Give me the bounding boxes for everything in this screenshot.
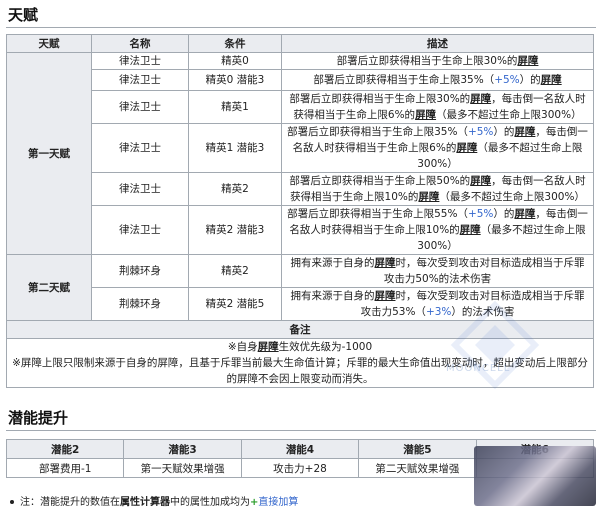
footnote-prefix: 注：潜能提升的数值在 — [20, 497, 120, 508]
potential-value-5: 第二天赋效果增强 — [358, 458, 477, 478]
talent-name: 律法卫士 — [91, 90, 189, 124]
talent-condition: 精英2 — [188, 254, 282, 288]
header-talent: 天赋 — [6, 34, 92, 53]
talent-condition: 精英0 潜能3 — [188, 69, 282, 91]
barrier-keyword[interactable]: 屏障 — [541, 74, 562, 86]
mooncell-watermark-icon — [450, 300, 540, 390]
description-text: 部署后立即获得相当于生命上限30%的 — [289, 93, 471, 105]
talent-name: 荆棘环身 — [91, 287, 189, 321]
talent-condition: 精英1 潜能3 — [188, 123, 282, 173]
talent-description: 部署后立即获得相当于生命上限35%（+5%）的屏障，每击倒一名敌人时获得相当于生… — [281, 123, 594, 173]
footnote: 注：潜能提升的数值在属性计算器中的属性加成均为+直接加算 — [10, 493, 298, 508]
talent-row: 律法卫士 精英2 潜能3 部署后立即获得相当于生命上限55%（+5%）的屏障，每击倒… — [7, 205, 594, 255]
attribute-calculator-label: 属性计算器 — [120, 497, 170, 508]
description-text: 部署后立即获得相当于生命上限35%（ — [313, 74, 495, 86]
barrier-keyword[interactable]: 屏障 — [514, 208, 535, 220]
potential-section-title: 潜能提升 — [8, 409, 69, 427]
talent-condition: 精英0 — [188, 52, 282, 70]
talent-name: 律法卫士 — [91, 172, 189, 206]
potential-bonus-value: +5% — [467, 208, 494, 220]
description-text: 拥有来源于自身的 — [290, 290, 375, 302]
note-text: ※自身 — [227, 341, 258, 353]
talent-description: 拥有来源于自身的屏障时，每次受到攻击对目标造成相当于斥罪攻击力50%的法术伤害 — [281, 254, 594, 288]
description-text: ）的 — [519, 74, 541, 86]
potential-value-4: 攻击力+28 — [240, 458, 360, 478]
potential-bonus-value: +5% — [494, 74, 520, 86]
footnote-middle: 中的属性加成均为 — [170, 497, 250, 508]
barrier-keyword[interactable]: 屏障 — [470, 175, 491, 187]
barrier-keyword[interactable]: 屏障 — [375, 257, 396, 269]
talent-header-row: 天赋 名称 条件 描述 — [6, 34, 594, 53]
talent-condition: 精英2 潜能5 — [188, 287, 282, 321]
talent-row: 第二天赋 荆棘环身 精英2 拥有来源于自身的屏障时，每次受到攻击对目标造成相当于斥罪攻… — [6, 254, 594, 321]
talent-description: 部署后立即获得相当于生命上限55%（+5%）的屏障，每击倒一名敌人时获得相当于生… — [281, 205, 594, 255]
talent-row: 律法卫士 精英1 潜能3 部署后立即获得相当于生命上限35%（+5%）的屏障，每击倒… — [7, 123, 594, 173]
description-text: 部署后立即获得相当于生命上限35%（ — [287, 126, 468, 138]
talent-description: 部署后立即获得相当于生命上限30%的屏障 — [281, 52, 594, 70]
talent-condition: 精英2 — [188, 172, 282, 206]
talent-group-label: 第一天赋 — [6, 52, 92, 255]
talent-name: 律法卫士 — [91, 205, 189, 255]
talent-group-label: 第二天赋 — [6, 254, 92, 321]
barrier-keyword[interactable]: 屏障 — [418, 191, 439, 203]
description-text: 时，每次受到攻击对目标造成相当于斥罪攻击力50%的法术伤害 — [383, 257, 585, 285]
header-condition: 条件 — [188, 34, 282, 53]
description-text: 部署后立即获得相当于生命上限50%的 — [289, 175, 471, 187]
description-text: ）的 — [493, 126, 515, 138]
talent-body: 第一天赋 律法卫士 精英0 部署后立即获得相当于生命上限30%的屏障 律法卫士 精英0 潜… — [6, 52, 594, 321]
talent-condition: 精英2 潜能3 — [188, 205, 282, 255]
talent-row: 律法卫士 精英2 部署后立即获得相当于生命上限50%的屏障，每击倒一名敌人时获得相当… — [7, 172, 594, 206]
potential-value-2: 部署费用-1 — [5, 458, 125, 478]
barrier-keyword[interactable]: 屏障 — [470, 93, 491, 105]
talent-description: 部署后立即获得相当于生命上限30%的屏障，每击倒一名敌人时获得相当于生命上限6%… — [281, 90, 594, 124]
talent-name: 律法卫士 — [91, 52, 189, 70]
talent-name: 荆棘环身 — [91, 254, 189, 288]
character-thumbnail-image — [474, 446, 596, 506]
description-text: 部署后立即获得相当于生命上限55%（ — [287, 208, 468, 220]
potential-header-3: 潜能3 — [123, 439, 242, 459]
direct-addition-link[interactable]: 直接加算 — [258, 497, 298, 508]
description-text: ）的 — [493, 208, 515, 220]
potential-header-2: 潜能2 — [5, 439, 125, 459]
header-name: 名称 — [91, 34, 189, 53]
barrier-keyword[interactable]: 屏障 — [375, 290, 396, 302]
talent-title-rule — [6, 27, 596, 28]
barrier-keyword[interactable]: 屏障 — [258, 341, 279, 353]
talent-row: 第一天赋 律法卫士 精英0 部署后立即获得相当于生命上限30%的屏障 — [6, 52, 594, 255]
potential-bonus-value: +5% — [467, 126, 494, 138]
header-description: 描述 — [281, 34, 594, 53]
description-text: （最多不超过生命上限300%） — [439, 191, 585, 203]
talent-section-title: 天赋 — [8, 6, 39, 24]
potential-header-4: 潜能4 — [240, 439, 360, 459]
potential-value-3: 第一天赋效果增强 — [123, 458, 242, 478]
description-text: 拥有来源于自身的 — [290, 257, 375, 269]
barrier-keyword[interactable]: 屏障 — [517, 55, 538, 67]
watermark-text: MOONCELL — [446, 363, 511, 374]
talent-description: 拥有来源于自身的屏障时，每次受到攻击对目标造成相当于斥罪攻击力53%（+3%）的… — [281, 287, 594, 321]
talent-row: 律法卫士 精英1 部署后立即获得相当于生命上限30%的屏障，每击倒一名敌人时获得相当… — [7, 90, 594, 124]
potential-bonus-value: +3% — [425, 306, 452, 318]
description-text: （最多不超过生命上限300%） — [436, 109, 582, 121]
potential-header-5: 潜能5 — [358, 439, 477, 459]
bullet-icon — [10, 500, 14, 504]
barrier-keyword[interactable]: 屏障 — [460, 224, 481, 236]
note-text: 生效优先级为-1000 — [278, 341, 373, 353]
talent-description: 部署后立即获得相当于生命上限35%（+5%）的屏障 — [281, 69, 594, 91]
potential-title-rule — [6, 430, 596, 431]
talent-condition: 精英1 — [188, 90, 282, 124]
talent-description: 部署后立即获得相当于生命上限50%的屏障，每击倒一名敌人时获得相当于生命上限10… — [281, 172, 594, 206]
barrier-keyword[interactable]: 屏障 — [514, 126, 535, 138]
description-text: 部署后立即获得相当于生命上限30%的 — [336, 55, 518, 67]
talent-row: 律法卫士 精英0 潜能3 部署后立即获得相当于生命上限35%（+5%）的屏障 — [7, 69, 594, 91]
barrier-keyword[interactable]: 屏障 — [415, 109, 436, 121]
talent-name: 律法卫士 — [91, 69, 189, 91]
barrier-keyword[interactable]: 屏障 — [456, 142, 477, 154]
talent-name: 律法卫士 — [91, 123, 189, 173]
